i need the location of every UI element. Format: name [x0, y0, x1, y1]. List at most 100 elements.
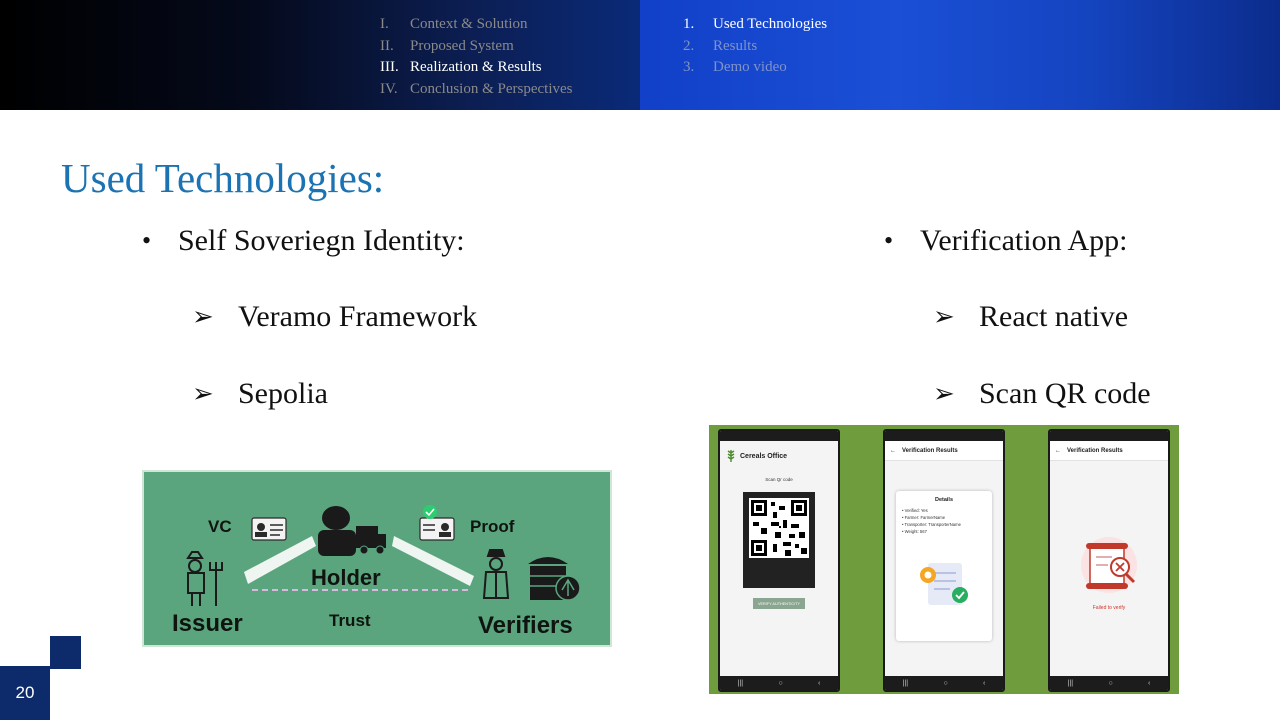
verified-document-icon: [920, 563, 968, 605]
sub-item-label: Veramo Framework: [238, 300, 478, 333]
back-icon[interactable]: ‹: [818, 680, 820, 687]
results-topbar: ← Verification Results: [1050, 441, 1168, 461]
vc-label: VC: [208, 517, 232, 536]
home-icon[interactable]: ○: [943, 680, 947, 687]
home-icon[interactable]: ○: [1108, 680, 1112, 687]
slide-number: 20: [0, 666, 50, 720]
subnav-num: 1.: [683, 16, 695, 32]
status-bar: [885, 431, 1003, 441]
silo-icon: [528, 557, 581, 601]
outline-num: IV.: [380, 80, 398, 97]
detail-farmer: • Farmer: FarmerName: [902, 515, 946, 520]
recent-apps-icon[interactable]: |||: [738, 680, 743, 687]
outline-label: Conclusion & Perspectives: [410, 80, 573, 97]
details-heading: Details: [934, 497, 954, 503]
sub-item-veramo: ➢ Veramo Framework: [192, 300, 477, 334]
verifiers-label: Verifiers: [478, 612, 573, 639]
recent-apps-icon[interactable]: |||: [1068, 680, 1073, 687]
home-icon[interactable]: ○: [778, 680, 782, 687]
outline-num: I.: [380, 16, 389, 32]
results-topbar: ← Verification Results: [885, 441, 1003, 461]
subnav-label: Demo video: [713, 59, 787, 75]
header-bar: I. Context & Solution II. Proposed System …: [0, 0, 1280, 110]
subnav-label: Used Technologies: [713, 16, 828, 32]
proof-card-icon: [419, 505, 455, 541]
bullet-label: Self Soveriegn Identity:: [178, 224, 465, 257]
app-header: Cereals Office: [720, 441, 838, 471]
outline-num: III.: [380, 59, 399, 75]
app-screenshots: Cereals Office Scan Qr code VERIFY AUTHE…: [709, 425, 1179, 694]
status-bar: [720, 431, 838, 441]
bullet-label: Verification App:: [920, 224, 1128, 257]
android-nav-bar: ||| ○ ‹: [885, 676, 1003, 690]
farmer-icon: [186, 551, 223, 606]
outline-item-context: I. Context & Solution: [380, 14, 572, 36]
phone-results-failed: ← Verification Results Failed to verify …: [1048, 429, 1170, 692]
bullet-ssi: • Self Soveriegn Identity:: [142, 224, 465, 258]
outline-item-proposed: II. Proposed System: [380, 36, 572, 58]
results-title: Verification Results: [1067, 447, 1123, 454]
back-arrow-icon[interactable]: ←: [1055, 448, 1061, 454]
arrow-bullet-icon: ➢: [192, 379, 214, 408]
subnav-item-used-technologies: 1. Used Technologies: [683, 14, 827, 36]
subnav-num: 2.: [683, 37, 695, 54]
failed-document-icon: [1081, 537, 1137, 593]
outline-list: I. Context & Solution II. Proposed System …: [380, 14, 572, 100]
arrow-bullet-icon: ➢: [192, 302, 214, 331]
bullet-dot-icon: •: [142, 226, 152, 255]
wheat-logo-icon: [727, 450, 735, 462]
back-icon[interactable]: ‹: [983, 680, 985, 687]
ssi-diagram: VC Proof Holder Issuer Trust Verifiers: [142, 470, 612, 647]
issuer-holder-link: [244, 536, 316, 584]
sub-item-react-native: ➢ React native: [933, 300, 1128, 334]
proof-label: Proof: [470, 517, 515, 536]
holder-label: Holder: [311, 565, 381, 590]
details-list: • Verified: Yes • Farmer: FarmerName • T…: [902, 507, 986, 535]
trust-label: Trust: [329, 611, 371, 630]
back-icon[interactable]: ‹: [1148, 680, 1150, 687]
detail-weight: • Weight: 567: [902, 529, 927, 534]
detail-verified: • Verified: Yes: [902, 508, 928, 513]
vc-card-icon: [251, 517, 287, 541]
officer-icon: [482, 549, 510, 599]
failed-message: Failed to verify: [1092, 605, 1126, 611]
subnav-item-demo-video: 3. Demo video: [683, 57, 827, 79]
holder-truck-icon: [318, 506, 386, 556]
sub-item-sepolia: ➢ Sepolia: [192, 377, 328, 411]
app-title: Cereals Office: [740, 452, 788, 460]
verify-authenticity-button[interactable]: VERIFY AUTHENTICITY: [753, 598, 805, 609]
subnav-list: 1. Used Technologies 2. Results 3. Demo vid…: [683, 14, 827, 79]
outline-label: Context & Solution: [410, 16, 528, 32]
android-nav-bar: ||| ○ ‹: [720, 676, 838, 690]
android-nav-bar: ||| ○ ‹: [1050, 676, 1168, 690]
status-bar: [1050, 431, 1168, 441]
subnav-num: 3.: [683, 59, 695, 75]
bullet-verification-app: • Verification App:: [884, 224, 1127, 258]
issuer-label: Issuer: [172, 610, 243, 637]
qr-scanner-view[interactable]: [743, 492, 815, 588]
subnav-label: Results: [713, 37, 758, 54]
phone-scan-screen: Cereals Office Scan Qr code VERIFY AUTHE…: [718, 429, 840, 692]
qr-code-icon: [749, 498, 809, 558]
outline-label: Proposed System: [410, 37, 514, 54]
sub-item-scan-qr: ➢ Scan QR code: [933, 377, 1151, 411]
corner-decoration: [50, 636, 81, 669]
phone-results-success: ← Verification Results Details • Verifie…: [883, 429, 1005, 692]
subnav-item-results: 2. Results: [683, 36, 827, 58]
details-card: Details • Verified: Yes • Farmer: Farmer…: [896, 491, 992, 641]
outline-item-realization: III. Realization & Results: [380, 57, 572, 79]
sub-item-label: Scan QR code: [979, 377, 1151, 410]
sub-item-label: Sepolia: [238, 377, 328, 410]
outline-label: Realization & Results: [410, 59, 542, 75]
outline-num: II.: [380, 37, 394, 54]
holder-verifier-link: [392, 536, 474, 586]
sub-item-label: React native: [979, 300, 1129, 333]
scan-label: Scan Qr code: [765, 477, 793, 482]
recent-apps-icon[interactable]: |||: [903, 680, 908, 687]
arrow-bullet-icon: ➢: [933, 379, 955, 408]
arrow-bullet-icon: ➢: [933, 302, 955, 331]
slide-title: Used Technologies:: [61, 155, 385, 201]
bullet-dot-icon: •: [884, 226, 894, 255]
outline-item-conclusion: IV. Conclusion & Perspectives: [380, 79, 572, 101]
back-arrow-icon[interactable]: ←: [890, 448, 896, 454]
